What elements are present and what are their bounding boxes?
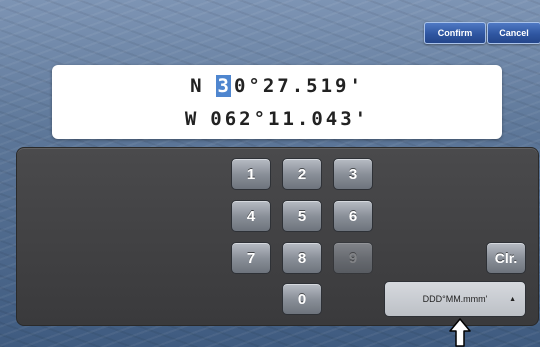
format-selected-value: DDD°MM.mmm' <box>422 294 488 304</box>
latitude-cursor-digit[interactable]: 3 <box>215 75 231 97</box>
key-1[interactable]: 1 <box>231 158 271 190</box>
key-9: 9 <box>333 242 373 274</box>
latitude-value: 0°27.519' <box>233 75 364 97</box>
clear-button[interactable]: Clr. <box>486 242 526 274</box>
key-6[interactable]: 6 <box>333 200 373 232</box>
cancel-button[interactable]: Cancel <box>487 22 540 44</box>
key-7[interactable]: 7 <box>231 242 271 274</box>
key-0[interactable]: 0 <box>282 283 322 315</box>
longitude-value: 062°11.043' <box>210 108 370 130</box>
longitude-field[interactable]: W 062°11.043' <box>52 108 502 130</box>
coordinate-display: N 3 0°27.519' W 062°11.043' <box>52 65 502 139</box>
key-2[interactable]: 2 <box>282 158 322 190</box>
longitude-hemisphere[interactable]: W <box>185 108 196 130</box>
key-8[interactable]: 8 <box>282 242 322 274</box>
dropdown-caret-icon: ▲ <box>509 295 516 303</box>
keypad-panel: 1 2 3 4 5 6 7 8 9 0 Clr. DDD°MM.mmm' ▲ <box>16 147 539 326</box>
latitude-field[interactable]: N 3 0°27.519' <box>52 75 502 97</box>
key-4[interactable]: 4 <box>231 200 271 232</box>
coordinate-format-dropdown[interactable]: DDD°MM.mmm' ▲ <box>384 281 526 317</box>
key-3[interactable]: 3 <box>333 158 373 190</box>
confirm-button[interactable]: Confirm <box>424 22 486 44</box>
up-arrow-pointer-icon <box>449 318 471 347</box>
key-5[interactable]: 5 <box>282 200 322 232</box>
latitude-hemisphere[interactable]: N <box>190 75 201 97</box>
